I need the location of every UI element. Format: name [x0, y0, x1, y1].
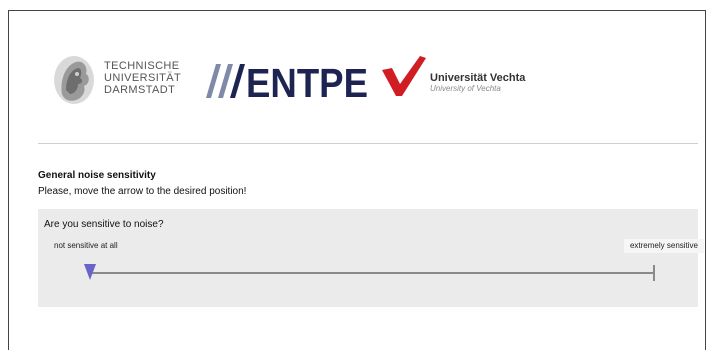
vechta-name: Universität Vechta	[430, 72, 526, 84]
arrow-down-icon	[84, 264, 96, 280]
slider-panel: Are you sensitive to noise? not sensitiv…	[38, 209, 704, 307]
slider-track[interactable]	[90, 272, 655, 274]
slider-track-end	[653, 265, 655, 281]
entpe-wordmark: ENTPE	[246, 62, 368, 102]
vechta-subtitle: University of Vechta	[430, 84, 501, 93]
header-divider	[38, 143, 698, 144]
tu-darmstadt-logo: TECHNISCHE UNIVERSITÄT DARMSTADT	[52, 54, 212, 114]
slider-max-label: extremely sensitive	[623, 239, 704, 253]
entpe-logo: ENTPE	[198, 62, 370, 102]
checkmark-mark-icon	[380, 56, 426, 96]
entpe-stripes-icon	[206, 64, 245, 98]
vechta-logo: Universität Vechta University of Vechta	[380, 56, 550, 100]
slider-question: Are you sensitive to noise?	[44, 219, 164, 230]
question-instruction: Please, move the arrow to the desired po…	[38, 186, 247, 197]
slider-handle[interactable]	[84, 264, 96, 280]
athena-seal-icon	[52, 54, 96, 106]
question-title: General noise sensitivity	[38, 170, 156, 181]
slider-min-label: not sensitive at all	[54, 241, 118, 250]
